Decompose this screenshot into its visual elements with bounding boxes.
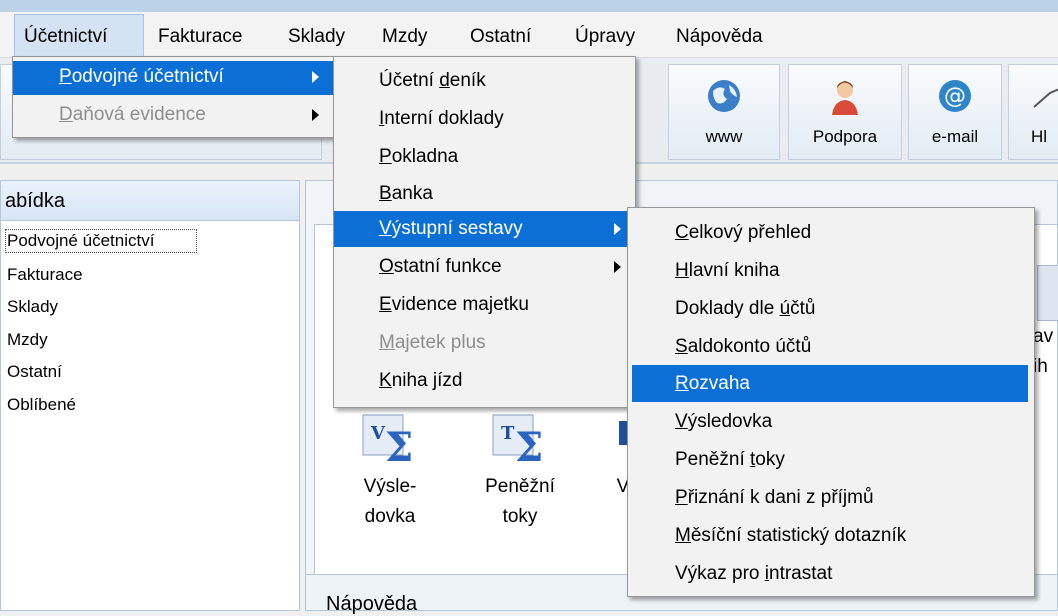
menu-item-majetek-plus[interactable]: Majetek plus (334, 325, 635, 361)
accounting-dropdown-menu: Podvojné účetnictví Daňová evidence (12, 56, 334, 138)
support-person-icon (832, 81, 858, 115)
menu-item-vysledovka[interactable]: Výsledovka (628, 402, 1034, 440)
submenu-arrow-icon (614, 261, 621, 273)
nav-item-podvojne-ucetnictvi[interactable]: Podvojné účetnictví (7, 231, 154, 251)
menu-item-ucetni-denik[interactable]: Účetní deník (334, 61, 635, 99)
penezni-toky-report-icon[interactable]: T Σ (489, 411, 551, 467)
www-label: www (705, 127, 743, 146)
menu-item-banka[interactable]: Banka (334, 175, 635, 211)
menu-item-hlavni-kniha[interactable]: Hlavní kniha (628, 251, 1034, 289)
main-ledger-label: Hl (1031, 127, 1048, 146)
nav-item-sklady[interactable]: Sklady (7, 297, 58, 317)
menubar: Účetnictví Fakturace Sklady Mzdy Ostatní… (0, 12, 1058, 58)
submenu-arrow-icon (312, 109, 319, 121)
menu-item-vykaz-pro-intrastat[interactable]: Výkaz pro intrastat (628, 554, 1034, 592)
menu-item-doklady-dle-uctu[interactable]: Doklady dle účtů (628, 289, 1034, 327)
menu-item-saldokonto-uctu[interactable]: Saldokonto účtů (628, 327, 1034, 365)
menu-item-rozvaha[interactable]: Rozvaha (632, 365, 1028, 402)
menu-item-penezni-toky[interactable]: Peněžní toky (628, 440, 1034, 478)
menu-mzdy[interactable]: Mzdy (382, 26, 427, 48)
menu-item-priznani-k-dani[interactable]: Přiznání k dani z příjmů (628, 478, 1034, 516)
window-top-band (0, 0, 1058, 12)
help-panel-title: Nápověda (326, 593, 418, 615)
support-label: Podpora (812, 127, 878, 146)
menu-item-interni-doklady[interactable]: Interní doklady (334, 99, 635, 137)
navigation-panel: abídka Podvojné účetnictví Fakturace Skl… (0, 180, 300, 611)
nav-item-ostatni[interactable]: Ostatní (7, 362, 62, 382)
partial-edge-label-line1: av (1033, 326, 1054, 347)
svg-text:V: V (370, 423, 386, 444)
email-label: e-mail (931, 127, 979, 146)
menu-item-celkovy-prehled[interactable]: Celkový přehled (628, 213, 1034, 251)
output-reports-submenu: Celkový přehled Hlavní kniha Doklady dle… (627, 207, 1035, 597)
menu-item-mesicni-statisticky-dotaznik[interactable]: Měsíční statistický dotazník (628, 516, 1034, 554)
email-button[interactable]: @ e-mail (908, 64, 1002, 160)
menu-upravy[interactable]: Úpravy (575, 26, 635, 48)
svg-text:Σ: Σ (515, 424, 543, 467)
menu-item-danova-evidence[interactable]: Daňová evidence (13, 99, 333, 133)
menu-item-evidence-majetku[interactable]: Evidence majetku (334, 287, 635, 323)
submenu-arrow-icon (614, 223, 621, 235)
menu-sklady[interactable]: Sklady (288, 26, 345, 48)
menu-item-pokladna[interactable]: Pokladna (334, 137, 635, 175)
menu-fakturace[interactable]: Fakturace (158, 26, 242, 48)
email-at-icon: @ (939, 80, 971, 112)
support-button[interactable]: Podpora (788, 64, 902, 160)
menu-item-ostatni-funkce[interactable]: Ostatní funkce (334, 249, 635, 285)
partial-ledger-icon[interactable] (1037, 265, 1058, 321)
vysledovka-label-line1: Výsle- (363, 476, 417, 497)
partial-edge-label-line2: ih (1033, 356, 1048, 377)
svg-text:@: @ (944, 84, 966, 109)
vysledovka-report-icon[interactable]: V Σ (359, 411, 421, 467)
svg-text:Σ: Σ (385, 424, 413, 467)
nav-item-mzdy[interactable]: Mzdy (7, 330, 48, 350)
menu-ucetnictvi[interactable]: Účetnictví (24, 26, 107, 48)
nav-item-fakturace[interactable]: Fakturace (7, 265, 83, 285)
submenu-arrow-icon (312, 71, 319, 83)
www-button[interactable]: www (668, 64, 780, 160)
globe-icon (708, 80, 740, 112)
menu-item-kniha-jizd[interactable]: Kniha jízd (334, 363, 635, 399)
chart-line-icon (1033, 88, 1058, 108)
menu-item-vystupni-sestavy[interactable]: Výstupní sestavy (334, 211, 635, 247)
menu-item-podvojne-ucetnictvi[interactable]: Podvojné účetnictví (13, 61, 333, 95)
navigation-panel-header: abídka (1, 181, 299, 221)
nav-item-oblibene[interactable]: Oblíbené (7, 395, 76, 415)
main-ledger-button[interactable]: Hl (1008, 64, 1058, 160)
svg-text:T: T (501, 423, 515, 444)
menu-napoveda[interactable]: Nápověda (676, 26, 763, 48)
penezni-toky-label-line1: Peněžní (485, 476, 555, 497)
navigation-panel-title: abídka (5, 190, 66, 212)
double-entry-submenu: Účetní deník Interní doklady Pokladna Ba… (333, 56, 636, 408)
penezni-toky-label-line2: toky (502, 506, 538, 527)
vysledovka-label-line2: dovka (364, 506, 416, 527)
menu-ostatni[interactable]: Ostatní (470, 26, 531, 48)
